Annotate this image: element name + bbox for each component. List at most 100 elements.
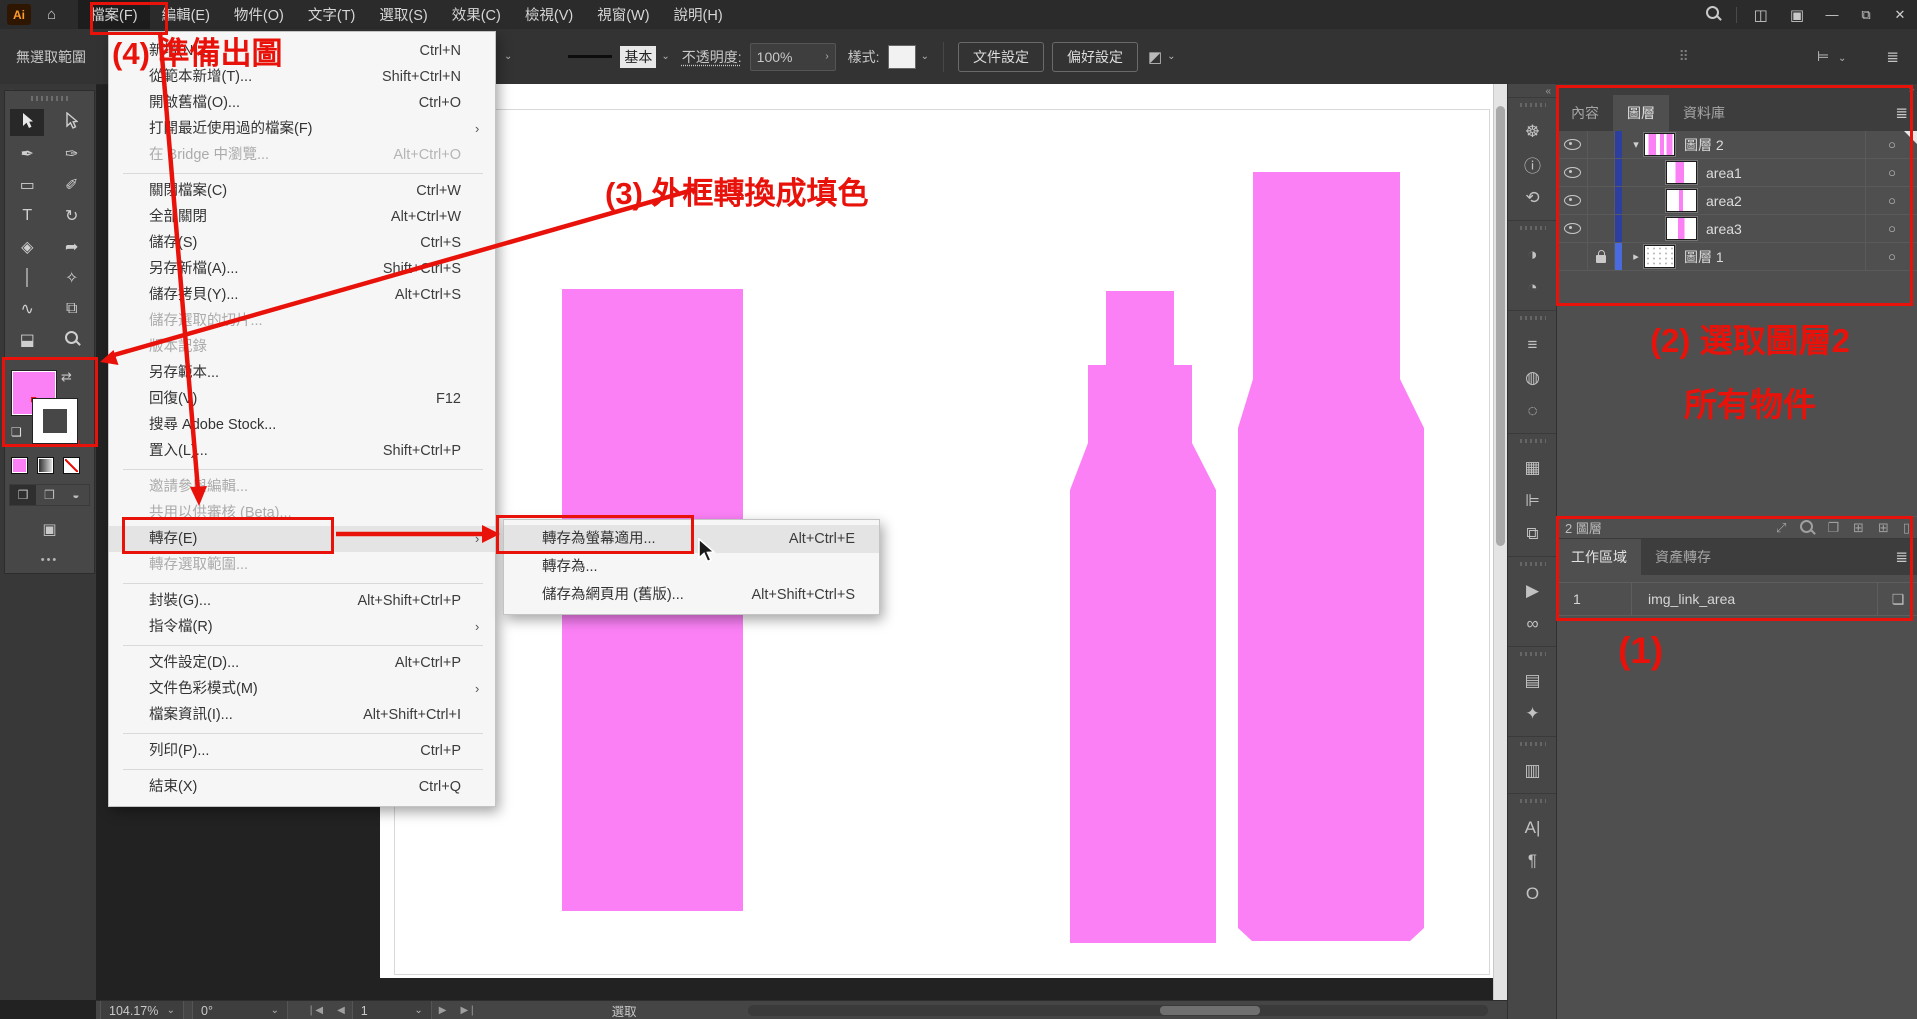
- lock-toggle[interactable]: [1588, 131, 1615, 158]
- file-menu-item-6[interactable]: 關閉檔案(C)Ctrl+W: [109, 178, 495, 204]
- links-panel-icon[interactable]: ∞: [1508, 607, 1557, 640]
- gradient-panel-icon[interactable]: ▥: [1508, 754, 1557, 787]
- shape-builder-tool-icon[interactable]: ⧉: [55, 295, 89, 322]
- color-guide-panel-icon[interactable]: ◔: [1508, 271, 1557, 304]
- eraser-tool-icon[interactable]: ◈: [10, 233, 44, 260]
- file-menu-item-4[interactable]: 打開最近使用過的檔案(F)›: [109, 116, 495, 142]
- lock-toggle[interactable]: [1588, 187, 1615, 214]
- selection-tool-icon[interactable]: [10, 109, 44, 136]
- layer-thumbnail[interactable]: [1644, 133, 1675, 156]
- expand-dock-icon[interactable]: »: [1557, 84, 1917, 95]
- layer-name[interactable]: 圖層 2: [1684, 135, 1724, 155]
- file-menu-item-24[interactable]: 文件色彩模式(M)›: [109, 676, 495, 702]
- dock-group-grip[interactable]: [1520, 799, 1546, 803]
- edit-toolbar-icon[interactable]: •••: [35, 554, 65, 566]
- make-mask-icon[interactable]: ❐: [1827, 520, 1839, 536]
- select-similar-icon[interactable]: ◩: [1148, 48, 1162, 66]
- symbols-panel-icon[interactable]: ✦: [1508, 697, 1557, 730]
- export-submenu-item-2[interactable]: 轉存為...: [504, 553, 879, 581]
- close-button[interactable]: ✕: [1883, 0, 1917, 29]
- file-menu-item-22[interactable]: 指令檔(R)›: [109, 614, 495, 640]
- file-menu-item-13[interactable]: 另存範本...: [109, 360, 495, 386]
- menubar-item-1[interactable]: 檔案(F): [78, 0, 150, 29]
- arrange-documents-icon[interactable]: ▣: [1790, 6, 1804, 24]
- dock-group-grip[interactable]: [1520, 439, 1546, 443]
- dock-group-grip[interactable]: [1520, 316, 1546, 320]
- toolbar-grip[interactable]: [31, 96, 69, 101]
- home-icon[interactable]: ⌂: [47, 6, 56, 23]
- artboard-tool-icon[interactable]: ⬓: [10, 326, 44, 353]
- tab-layers[interactable]: 圖層: [1613, 95, 1669, 131]
- layer-name[interactable]: area3: [1706, 221, 1742, 237]
- rotate-tool-icon[interactable]: ↻: [55, 202, 89, 229]
- style-swatch[interactable]: [888, 45, 916, 69]
- zoom-tool-icon[interactable]: [55, 326, 89, 353]
- transform-panel-icon[interactable]: ▦: [1508, 451, 1557, 484]
- swap-fill-stroke-icon[interactable]: ⇄: [61, 369, 72, 385]
- swatches-panel-icon[interactable]: ▤: [1508, 664, 1557, 697]
- paintbrush-tool-icon[interactable]: ✐: [55, 171, 89, 198]
- rectangle-tool-icon[interactable]: ▭: [10, 171, 44, 198]
- stroke-panel-icon[interactable]: ≡: [1508, 328, 1557, 361]
- brush-dropdown-chevron-icon[interactable]: ⌄: [661, 51, 669, 62]
- tab-properties[interactable]: 內容: [1557, 95, 1613, 131]
- layer-target-circle[interactable]: ○: [1865, 215, 1917, 242]
- draw-normal-icon[interactable]: ❒: [10, 485, 36, 505]
- history-panel-icon[interactable]: ⟲: [1508, 181, 1557, 214]
- visibility-toggle[interactable]: [1557, 243, 1588, 270]
- layer-row-area2[interactable]: area2○: [1557, 187, 1917, 215]
- file-menu-item-8[interactable]: 儲存(S)Ctrl+S: [109, 230, 495, 256]
- layer-thumbnail[interactable]: [1666, 161, 1697, 184]
- new-layer-icon[interactable]: ⊞: [1878, 520, 1889, 536]
- visibility-toggle[interactable]: [1557, 159, 1588, 186]
- lock-toggle[interactable]: [1588, 215, 1615, 242]
- controlbar-menu-icon[interactable]: ≣: [1886, 48, 1899, 66]
- visibility-toggle[interactable]: [1557, 215, 1588, 242]
- file-menu-item-14[interactable]: 回復(V)F12: [109, 386, 495, 412]
- layer-chevron-icon[interactable]: ▸: [1628, 250, 1644, 263]
- file-menu-item-7[interactable]: 全部關閉Alt+Ctrl+W: [109, 204, 495, 230]
- tab-artboards[interactable]: 工作區域: [1557, 539, 1641, 575]
- draw-behind-icon[interactable]: ❒: [36, 485, 62, 505]
- screen-mode-icon[interactable]: ▣: [35, 520, 65, 538]
- pathfinder-panel-icon[interactable]: ⧉: [1508, 517, 1557, 550]
- dock-group-grip[interactable]: [1520, 226, 1546, 230]
- file-menu-item-27[interactable]: 結束(X)Ctrl+Q: [109, 774, 495, 800]
- preferences-button[interactable]: 偏好設定: [1052, 42, 1138, 72]
- menubar-item-8[interactable]: 視窗(W): [585, 0, 661, 29]
- stroke-style-control[interactable]: 基本 ⌄: [568, 46, 669, 68]
- stroke-color-swatch[interactable]: [33, 399, 77, 443]
- dock-group-grip[interactable]: [1520, 742, 1546, 746]
- new-sublayer-icon[interactable]: ⊞: [1853, 520, 1864, 536]
- layer-row-圖層-1[interactable]: ▸圖層 1○: [1557, 243, 1917, 271]
- file-menu-item-9[interactable]: 另存新檔(A)...Shift+Ctrl+S: [109, 256, 495, 282]
- default-fill-stroke-icon[interactable]: ❏: [11, 425, 22, 439]
- dock-group-grip[interactable]: [1520, 562, 1546, 566]
- menubar-item-7[interactable]: 檢視(V): [513, 0, 585, 29]
- layer-chevron-icon[interactable]: ▾: [1628, 138, 1644, 151]
- dock-group-grip[interactable]: [1520, 103, 1546, 107]
- horizontal-scrollbar-thumb[interactable]: [1160, 1006, 1260, 1015]
- character-panel-icon[interactable]: A|: [1508, 811, 1557, 844]
- artboard-name[interactable]: img_link_area: [1632, 591, 1877, 607]
- rotation-dropdown[interactable]: 0° ⌄: [192, 1001, 288, 1019]
- opentype-panel-icon[interactable]: O: [1508, 877, 1557, 910]
- file-menu-item-23[interactable]: 文件設定(D)...Alt+Ctrl+P: [109, 650, 495, 676]
- delete-layer-icon[interactable]: ▯: [1903, 520, 1910, 536]
- layer-name[interactable]: area1: [1706, 165, 1742, 181]
- layer-thumbnail[interactable]: [1666, 189, 1697, 212]
- rotation-chevron-icon[interactable]: ⌄: [271, 1005, 279, 1016]
- color-panel-icon[interactable]: ◑: [1508, 238, 1557, 271]
- type-tool-icon[interactable]: T: [10, 202, 44, 229]
- opacity-label[interactable]: 不透明度:: [682, 47, 742, 67]
- file-menu-item-15[interactable]: 搜尋 Adobe Stock...: [109, 412, 495, 438]
- dock-group-grip[interactable]: [1520, 652, 1546, 656]
- lock-toggle[interactable]: [1588, 159, 1615, 186]
- artboard-page-icon[interactable]: ❏: [1877, 583, 1917, 615]
- align-glyphs-icon[interactable]: ⊨ ⌄: [1817, 48, 1846, 65]
- layer-target-circle[interactable]: ○: [1865, 187, 1917, 214]
- align-panel-icon[interactable]: ⊫: [1508, 484, 1557, 517]
- eyedropper-tool-icon[interactable]: ✧: [55, 264, 89, 291]
- opacity-stepper-icon[interactable]: ›: [825, 51, 828, 62]
- collect-for-export-icon[interactable]: ⤢: [1776, 520, 1786, 536]
